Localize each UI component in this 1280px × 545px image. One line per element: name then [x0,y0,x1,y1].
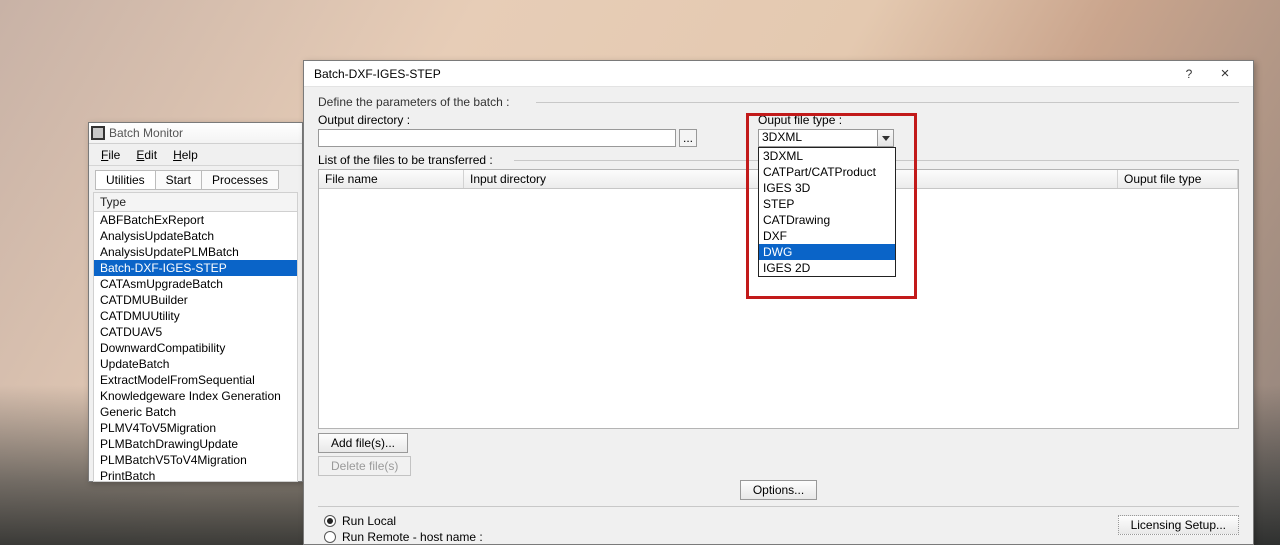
list-item[interactable]: CATDMUBuilder [94,292,297,308]
dialog-title: Batch-DXF-IGES-STEP [314,67,1171,81]
list-item[interactable]: Knowledgeware Index Generation [94,388,297,404]
output-dir-input[interactable] [318,129,676,147]
dropdown-item[interactable]: CATPart/CATProduct [759,164,895,180]
separator-line [318,506,1239,507]
output-type-value: 3DXML [758,129,878,147]
tab-start[interactable]: Start [155,170,202,189]
list-item[interactable]: AnalysisUpdatePLMBatch [94,244,297,260]
ellipsis-icon: ... [683,131,693,145]
batch-monitor-title: Batch Monitor [109,126,183,140]
help-icon: ? [1186,67,1193,81]
list-item[interactable]: DownwardCompatibility [94,340,297,356]
output-type-combo[interactable]: 3DXML 3DXMLCATPart/CATProductIGES 3DSTEP… [758,129,894,147]
list-item[interactable]: UpdateBatch [94,356,297,372]
batch-dialog-window: Batch-DXF-IGES-STEP ? × Define the param… [303,60,1254,545]
dropdown-item[interactable]: CATDrawing [759,212,895,228]
run-local-radio[interactable]: Run Local [318,513,1118,529]
run-remote-label: Run Remote - host name : [342,530,483,544]
help-button[interactable]: ? [1171,63,1207,85]
dropdown-item[interactable]: DWG [759,244,895,260]
batch-monitor-list: Type ABFBatchExReportAnalysisUpdateBatch… [93,192,298,482]
radio-icon [324,515,336,527]
list-item[interactable]: AnalysisUpdateBatch [94,228,297,244]
dropdown-item[interactable]: STEP [759,196,895,212]
col-file-name[interactable]: File name [319,170,464,188]
batch-monitor-window: Batch Monitor File Edit Help Utilities S… [88,122,303,482]
menu-edit[interactable]: Edit [128,146,165,164]
licensing-setup-button[interactable]: Licensing Setup... [1118,515,1239,535]
list-header-type[interactable]: Type [94,193,297,212]
list-item[interactable]: CATDUAV5 [94,324,297,340]
dialog-titlebar[interactable]: Batch-DXF-IGES-STEP ? × [304,61,1253,87]
list-item[interactable]: CATDMUUtility [94,308,297,324]
chevron-down-icon [882,136,890,141]
list-item[interactable]: PLMV4ToV5Migration [94,420,297,436]
output-type-label: Ouput file type : [758,113,958,127]
run-local-label: Run Local [342,514,396,528]
combo-dropdown-button[interactable] [878,129,894,147]
add-files-button[interactable]: Add file(s)... [318,433,408,453]
menu-help[interactable]: Help [165,146,206,164]
list-item[interactable]: Batch-DXF-IGES-STEP [94,260,297,276]
col-output-type[interactable]: Ouput file type [1118,170,1238,188]
list-item[interactable]: ExtractModelFromSequential [94,372,297,388]
tab-processes[interactable]: Processes [201,170,279,189]
dropdown-item[interactable]: 3DXML [759,148,895,164]
radio-icon [324,531,336,543]
dialog-body: Define the parameters of the batch : Out… [304,87,1253,545]
dropdown-item[interactable]: IGES 2D [759,260,895,276]
list-item[interactable]: Generic Batch [94,404,297,420]
list-item[interactable]: PLMBatchV5ToV4Migration [94,452,297,468]
list-item[interactable]: PrintBatch [94,468,297,482]
list-item[interactable]: PLMBatchDrawingUpdate [94,436,297,452]
run-remote-radio[interactable]: Run Remote - host name : [318,529,1118,545]
list-item[interactable]: CATAsmUpgradeBatch [94,276,297,292]
browse-output-dir-button[interactable]: ... [679,129,697,147]
delete-files-button: Delete file(s) [318,456,411,476]
app-icon [91,126,105,140]
output-dir-label: Output directory : [318,113,758,127]
group-label: Define the parameters of the batch : [318,95,509,109]
tab-utilities[interactable]: Utilities [95,170,156,189]
batch-monitor-menubar: File Edit Help [89,144,302,166]
menu-file[interactable]: File [93,146,128,164]
list-item[interactable]: ABFBatchExReport [94,212,297,228]
dropdown-item[interactable]: DXF [759,228,895,244]
close-icon: × [1221,66,1230,81]
batch-monitor-titlebar[interactable]: Batch Monitor [89,123,302,144]
group-separator [536,102,1239,103]
options-button[interactable]: Options... [740,480,817,500]
list-files-label: List of the files to be transferred : [318,153,493,167]
close-button[interactable]: × [1207,63,1243,85]
dropdown-item[interactable]: IGES 3D [759,180,895,196]
batch-monitor-tabs: Utilities Start Processes [95,170,278,190]
output-type-dropdown-list: 3DXMLCATPart/CATProductIGES 3DSTEPCATDra… [758,147,896,277]
